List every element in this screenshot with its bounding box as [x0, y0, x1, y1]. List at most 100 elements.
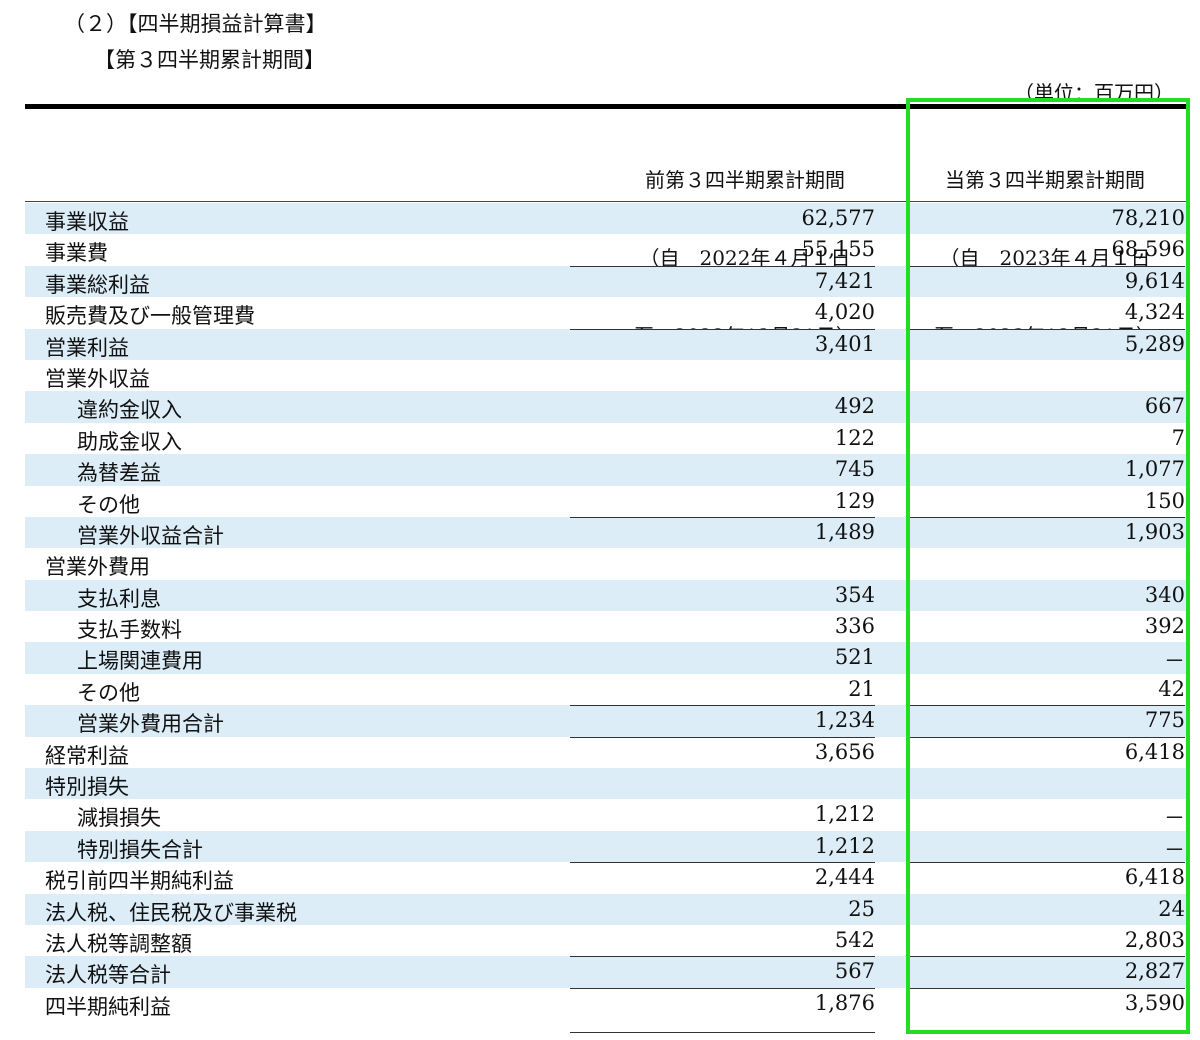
value-curr-period: 667 — [1144, 394, 1185, 419]
table-row: 営業外費用 — [25, 548, 1190, 579]
bottom-rule-curr — [910, 1032, 1185, 1033]
value-prev-period: 7,421 — [814, 268, 875, 293]
subtotal-rule — [570, 516, 875, 518]
row-label: 営業外費用 — [45, 555, 150, 580]
row-label: 支払利息 — [77, 586, 161, 611]
table-row: 法人税等合計 567 2,827 — [25, 956, 1190, 988]
value-curr-period: 78,210 — [1111, 206, 1185, 230]
row-label: 減損損失 — [77, 806, 161, 831]
subtotal-rule — [570, 736, 875, 738]
statement-table-body: 事業収益 62,577 78,210 事業費 55,155 68,596 事業総利益 7,42… — [25, 203, 1190, 1019]
value-curr-period: 150 — [1144, 488, 1185, 513]
table-row: 事業総利益 7,421 9,614 — [25, 265, 1190, 298]
value-prev-period: 567 — [834, 959, 875, 984]
row-label: 支払手数料 — [77, 618, 182, 643]
table-row: 法人税等調整額 542 2,803 — [25, 925, 1190, 956]
row-label: 経常利益 — [45, 743, 129, 768]
subtotal-rule — [910, 987, 1185, 989]
row-label: 上場関連費用 — [77, 649, 203, 674]
table-row: 上場関連費用 521 － — [25, 642, 1190, 674]
table-row: 営業外収益 — [25, 360, 1190, 391]
unit-label: （単位：百万円） — [1014, 81, 1174, 105]
row-label: 法人税、住民税及び事業税 — [45, 900, 297, 925]
value-curr-period: 42 — [1158, 676, 1185, 701]
subtotal-rule — [910, 736, 1185, 738]
row-label: 営業外費用合計 — [77, 712, 224, 737]
value-prev-period: 1,212 — [814, 833, 875, 858]
column-header-prev-title: 前第３四半期累計期間 — [645, 168, 845, 192]
table-row: 特別損失 — [25, 768, 1190, 800]
subtotal-rule — [910, 862, 1185, 864]
table-row: 営業外収益合計 1,489 1,903 — [25, 516, 1190, 549]
row-label: 違約金収入 — [77, 398, 182, 423]
value-curr-period: － — [1164, 806, 1185, 831]
value-prev-period: 21 — [848, 676, 875, 701]
row-label: 法人税等合計 — [45, 963, 171, 988]
value-curr-period: 6,418 — [1124, 865, 1185, 890]
subtotal-rule — [570, 987, 875, 989]
value-curr-period: 4,324 — [1124, 300, 1185, 325]
row-label: 営業外収益合計 — [77, 523, 224, 548]
top-rule — [25, 104, 1190, 109]
value-prev-period: 745 — [834, 457, 875, 482]
value-prev-period: 25 — [848, 896, 875, 921]
value-curr-period: 3,590 — [1124, 990, 1185, 1015]
value-curr-period: 7 — [1171, 425, 1185, 450]
value-prev-period: 1,234 — [814, 708, 875, 733]
table-row: その他 129 150 — [25, 486, 1190, 517]
value-prev-period: 55,155 — [801, 237, 875, 262]
table-row: 四半期純利益 1,876 3,590 — [25, 987, 1190, 1019]
bottom-rule-prev — [570, 1032, 875, 1033]
table-row: 税引前四半期純利益 2,444 6,418 — [25, 862, 1190, 893]
row-label: 助成金収入 — [77, 429, 182, 454]
column-header-curr-title: 当第３四半期累計期間 — [945, 168, 1145, 192]
statement-title: （２）【四半期損益計算書】 — [64, 12, 327, 36]
table-row: 営業利益 3,401 5,289 — [25, 328, 1190, 360]
value-prev-period: 521 — [834, 645, 875, 670]
row-label: 事業総利益 — [45, 272, 150, 297]
subtotal-rule — [570, 862, 875, 864]
row-label: その他 — [77, 680, 140, 705]
value-prev-period: 336 — [834, 614, 875, 639]
value-curr-period: 6,418 — [1124, 739, 1185, 764]
value-prev-period: 354 — [834, 582, 875, 607]
table-row: 事業費 55,155 68,596 — [25, 234, 1190, 265]
value-curr-period: 9,614 — [1124, 268, 1185, 293]
value-curr-period: 1,077 — [1124, 457, 1185, 482]
row-label: 四半期純利益 — [45, 994, 171, 1019]
value-curr-period: 392 — [1144, 614, 1185, 639]
row-label: その他 — [77, 492, 140, 517]
row-label: 為替差益 — [77, 461, 161, 486]
row-label: 事業収益 — [45, 210, 129, 234]
value-curr-period: － — [1164, 837, 1185, 862]
table-row: 支払手数料 336 392 — [25, 611, 1190, 642]
table-row: 事業収益 62,577 78,210 — [25, 203, 1190, 235]
value-curr-period: 24 — [1158, 896, 1185, 921]
subtotal-rule — [910, 516, 1185, 518]
value-prev-period: 542 — [834, 927, 875, 952]
value-curr-period: － — [1164, 649, 1185, 674]
subtotal-rule — [910, 705, 1185, 707]
subtotal-rule — [910, 265, 1185, 267]
value-prev-period: 122 — [834, 425, 875, 450]
value-curr-period: 2,803 — [1124, 927, 1185, 952]
value-curr-period: 775 — [1144, 708, 1185, 733]
table-row: 販売費及び一般管理費 4,020 4,324 — [25, 297, 1190, 328]
table-row: 支払利息 354 340 — [25, 579, 1190, 612]
value-prev-period: 492 — [834, 394, 875, 419]
table-row: 経常利益 3,656 6,418 — [25, 736, 1190, 768]
table-row: 特別損失合計 1,212 － — [25, 830, 1190, 863]
row-label: 営業外収益 — [45, 366, 150, 391]
table-row: 減損損失 1,212 － — [25, 799, 1190, 830]
subtotal-rule — [570, 956, 875, 958]
table-row: 営業外費用合計 1,234 775 — [25, 705, 1190, 737]
value-prev-period: 4,020 — [814, 300, 875, 325]
value-curr-period: 2,827 — [1124, 959, 1185, 984]
subtotal-rule — [570, 705, 875, 707]
row-label: 税引前四半期純利益 — [45, 869, 234, 894]
table-row: 法人税、住民税及び事業税 25 24 — [25, 893, 1190, 925]
value-curr-period: 5,289 — [1124, 331, 1185, 356]
value-curr-period: 68,596 — [1111, 237, 1185, 262]
row-label: 特別損失合計 — [77, 837, 203, 862]
row-label: 営業利益 — [45, 335, 129, 360]
